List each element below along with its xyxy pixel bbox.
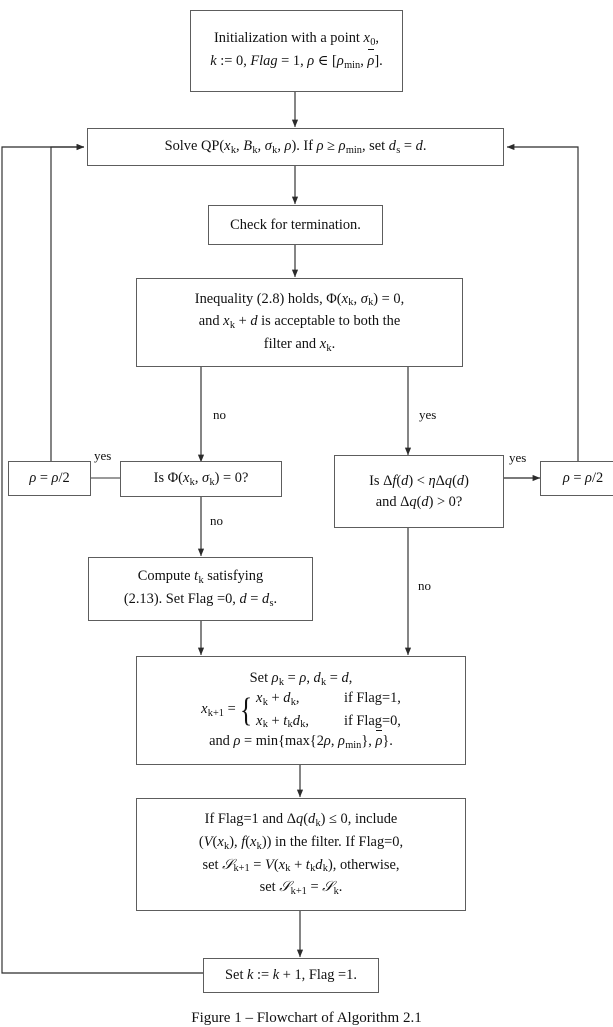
is-phi-zero-line-1: Is Φ(xk, σk) = 0? [153,469,249,488]
check-termination-line-1: Check for termination. [230,216,361,233]
inequality-line-1: Inequality (2.8) holds, Φ(xk, σk) = 0, [194,290,405,309]
figure-caption: Figure 1 – Flowchart of Algorithm 2.1 [191,1010,422,1026]
node-is-phi-zero: Is Φ(xk, σk) = 0? [120,461,282,497]
is-delta-f-line-1: Is Δf(d) < ηΔq(d) [369,473,469,490]
cases-brace-icon: { [239,691,252,729]
set-rho-k-cases-lhs: xk+1 = [201,701,236,720]
increment-k-line-1: Set k := k + 1, Flag =1. [225,967,357,984]
case-row-1: xk + dk, if Flag=1, [256,689,401,709]
set-rho-k-line-last: and ρ = min{max{2ρ, ρmin}, ρ}. [209,730,393,751]
node-is-delta-f: Is Δf(d) < ηΔq(d) and Δq(d) > 0? [334,455,504,528]
case-row-2: xk + tkdk, if Flag=0, [256,712,401,732]
inequality-line-2: and xk + d is acceptable to both the [198,313,401,332]
node-initialization: Initialization with a point x0, k := 0, … [190,10,403,92]
set-rho-k-line-1: Set ρk = ρ, dk = d, [249,669,353,688]
node-rho-half-left: ρ = ρ/2 [8,461,91,496]
node-compute-tk: Compute tk satisfying (2.13). Set Flag =… [88,557,313,621]
node-rho-half-right: ρ = ρ/2 [540,461,613,496]
case-2-condition: if Flag=0, [344,712,401,729]
compute-tk-line-2: (2.13). Set Flag =0, d = ds. [123,591,278,609]
solve-qp-line-1: Solve QP(xk, Bk, σk, ρ). If ρ ≥ ρmin, se… [164,137,427,156]
node-increment-k: Set k := k + 1, Flag =1. [203,958,379,993]
flowchart-figure: Initialization with a point x0, k := 0, … [0,0,613,1027]
rho-half-left-line-1: ρ = ρ/2 [29,470,70,487]
node-solve-qp: Solve QP(xk, Bk, σk, ρ). If ρ ≥ ρmin, se… [87,128,504,166]
case-2-value: xk + tkdk, [256,712,309,731]
inequality-line-3: filter and xk. [263,335,336,354]
filter-update-line-3: set 𝒮k+1 = V(xk + tkdk), otherwise, [202,856,400,875]
rho-half-right-line-1: ρ = ρ/2 [562,470,604,487]
filter-update-line-1: If Flag=1 and Δq(dk) ≤ 0, include [204,811,398,830]
filter-update-line-2: (V(xk), f(xk)) in the filter. If Flag=0, [198,833,404,852]
node-inequality-condition: Inequality (2.8) holds, Φ(xk, σk) = 0, a… [136,278,463,367]
node-set-rho-k: Set ρk = ρ, dk = d, xk+1 = { xk + dk, if… [136,656,466,765]
is-delta-f-line-2: and Δq(d) > 0? [375,493,463,510]
initialization-line-2: k := 0, Flag = 1, ρ ∈ [ρmin, ρ]. [210,49,383,71]
edge-label-inequality-yes: yes [419,407,437,422]
node-check-termination: Check for termination. [208,205,383,245]
edge-label-phi-no: no [210,513,223,528]
set-rho-k-cases: xk+1 = { xk + dk, if Flag=1, xk + tkdk, … [201,689,401,732]
edge-label-delta-f-yes: yes [509,450,527,465]
filter-update-line-4: set 𝒮k+1 = 𝒮k. [259,879,343,897]
case-1-condition: if Flag=1, [344,690,401,707]
node-filter-update: If Flag=1 and Δq(dk) ≤ 0, include (V(xk)… [136,798,466,911]
initialization-line-1: Initialization with a point x0, [214,30,379,49]
edge-label-delta-f-no: no [418,578,431,593]
compute-tk-line-1: Compute tk satisfying [137,568,264,587]
edge-label-inequality-no: no [213,407,226,422]
case-1-value: xk + dk, [256,690,300,709]
edge-label-phi-yes: yes [94,448,112,463]
